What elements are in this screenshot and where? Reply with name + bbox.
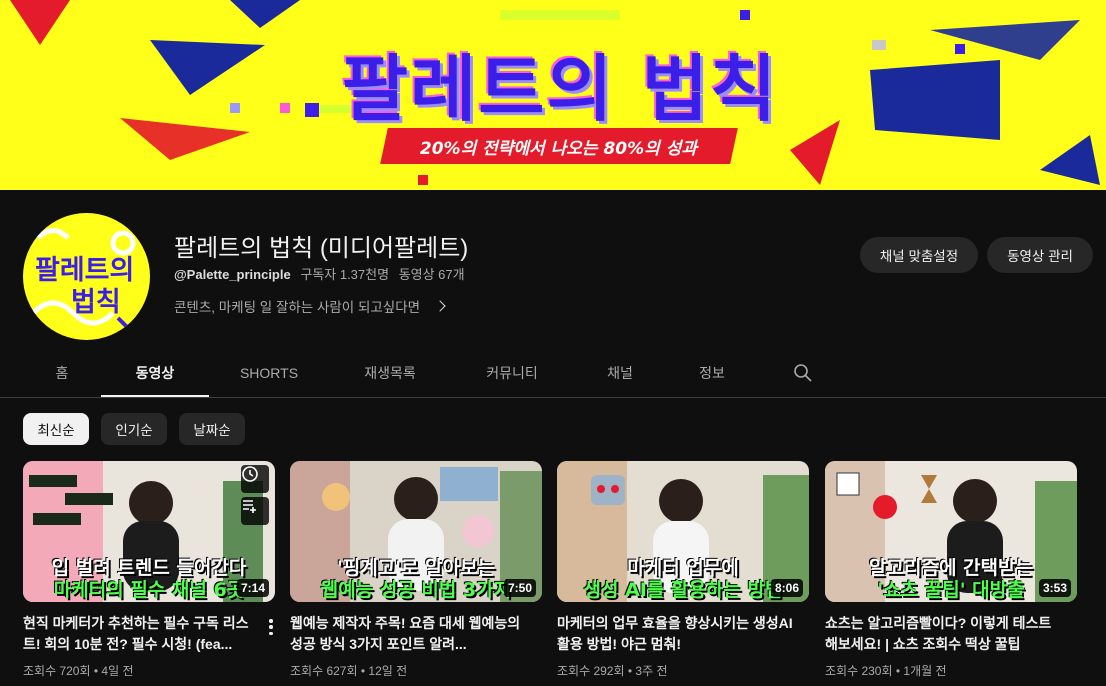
tab-about[interactable]: 정보 <box>684 352 740 397</box>
video-thumbnail[interactable]: 알고리즘에 간택받는 '쇼츠 꿀팁' 대방출 3:53 <box>825 461 1077 602</box>
banner-title: 팔레트의 법칙 <box>341 47 779 131</box>
upload-age: 3주 전 <box>635 664 668 678</box>
video-title[interactable]: 현직 마케터가 추천하는 필수 구독 리스트! 회의 10분 전? 필수 시청!… <box>23 613 275 655</box>
tab-videos[interactable]: 동영상 <box>101 352 209 397</box>
channel-tabs: 홈 동영상 SHORTS 재생목록 커뮤니티 채널 정보 <box>0 352 1106 398</box>
video-meta: 조회수 720회 • 4일 전 <box>23 664 134 678</box>
tab-channels[interactable]: 채널 <box>592 352 648 397</box>
video-duration: 7:14 <box>236 579 269 597</box>
video-card[interactable]: '핑계고'로 알아보는 웹예능 성공 비법 3가지 7:50 웹예능 제작자 주… <box>290 461 542 679</box>
view-count: 조회수 230회 <box>825 664 893 678</box>
channel-meta: @Palette_principle 구독자 1.37천명 동영상 67개 <box>174 264 471 283</box>
channel-description[interactable]: 콘텐츠, 마케팅 일 잘하는 사람이 되고싶다면 <box>174 296 446 316</box>
video-title[interactable]: 웹예능 제작자 주목! 요즘 대세 웹예능의 성공 방식 3가지 포인트 알려.… <box>290 613 542 655</box>
sort-chip-latest[interactable]: 최신순 <box>23 413 89 445</box>
video-title[interactable]: 마케터의 업무 효율을 향상시키는 생성AI 활용 방법! 야근 멈춰! <box>557 613 809 655</box>
avatar-text-line2: 법칙 <box>71 287 121 318</box>
channel-description-text: 콘텐츠, 마케팅 일 잘하는 사람이 되고싶다면 <box>174 300 421 315</box>
video-card[interactable]: 입 벌려 트렌드 들어간다 마케터의 필수 채널 6곳 7:14 현직 마케터가… <box>23 461 275 679</box>
video-meta: 조회수 627회 • 12일 전 <box>290 664 408 678</box>
tab-playlists[interactable]: 재생목록 <box>349 352 431 397</box>
chevron-right-icon <box>434 300 446 312</box>
video-card[interactable]: 마케터 업무에 생성 AI를 활용하는 방법 8:06 마케터의 업무 효율을 … <box>557 461 809 679</box>
upload-age: 4일 전 <box>101 664 134 678</box>
video-thumbnail[interactable]: 마케터 업무에 생성 AI를 활용하는 방법 8:06 <box>557 461 809 602</box>
channel-banner: 팔레트의 법칙 20%의 전략에서 나오는 80%의 성과 <box>0 0 1106 190</box>
customize-channel-button[interactable]: 채널 맞춤설정 <box>860 237 978 273</box>
video-duration: 3:53 <box>1038 579 1071 597</box>
add-to-queue-icon[interactable] <box>241 497 269 525</box>
video-count: 동영상 67개 <box>398 267 465 282</box>
banner-subtitle: 20%의 전략에서 나오는 80%의 성과 <box>380 128 738 164</box>
video-thumbnail[interactable]: '핑계고'로 알아보는 웹예능 성공 비법 3가지 7:50 <box>290 461 542 602</box>
video-duration: 8:06 <box>770 579 803 597</box>
banner-subtitle-text: 20%의 전략에서 나오는 80%의 성과 <box>420 138 698 159</box>
tab-home[interactable]: 홈 <box>40 352 84 397</box>
watch-later-icon[interactable] <box>241 465 269 493</box>
channel-name: 팔레트의 법칙 (미디어팔레트) <box>174 235 469 262</box>
video-thumbnail[interactable]: 입 벌려 트렌드 들어간다 마케터의 필수 채널 6곳 7:14 <box>23 461 275 602</box>
view-count: 조회수 720회 <box>23 664 91 678</box>
manage-videos-button[interactable]: 동영상 관리 <box>987 237 1093 273</box>
sort-chip-popular[interactable]: 인기순 <box>101 413 167 445</box>
tab-shorts[interactable]: SHORTS <box>226 352 312 397</box>
video-card[interactable]: 알고리즘에 간택받는 '쇼츠 꿀팁' 대방출 3:53 쇼츠는 알고리즘빨이다?… <box>825 461 1077 679</box>
search-icon[interactable] <box>793 363 813 383</box>
upload-age: 12일 전 <box>368 664 408 678</box>
channel-handle: @Palette_principle <box>174 267 291 282</box>
video-meta: 조회수 292회 • 3주 전 <box>557 664 668 678</box>
subscriber-count: 구독자 1.37천명 <box>300 267 390 282</box>
video-title[interactable]: 쇼츠는 알고리즘빨이다? 이렇게 테스트해보세요! | 쇼츠 조회수 떡상 꿀팁 <box>825 613 1077 655</box>
more-actions-icon[interactable] <box>269 619 273 635</box>
video-meta: 조회수 230회 • 1개월 전 <box>825 664 947 678</box>
view-count: 조회수 627회 <box>290 664 358 678</box>
upload-age: 1개월 전 <box>903 664 947 678</box>
video-duration: 7:50 <box>503 579 536 597</box>
tab-community[interactable]: 커뮤니티 <box>470 352 554 397</box>
sort-chip-oldest[interactable]: 날짜순 <box>179 413 245 445</box>
channel-avatar[interactable]: 팔레트의 법칙 <box>23 213 150 340</box>
view-count: 조회수 292회 <box>557 664 625 678</box>
